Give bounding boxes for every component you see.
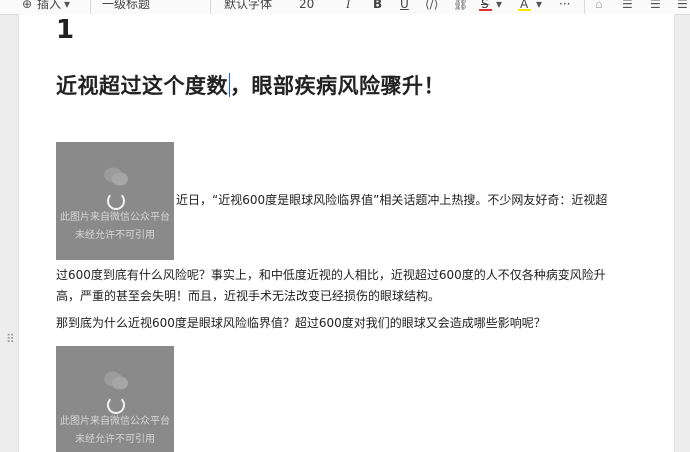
toolbar-divider (210, 0, 211, 14)
image-watermark-line: 未经允许不可引用 (75, 434, 155, 445)
heading-style-select[interactable]: 一级标题 (102, 0, 150, 13)
font-color-swatch (479, 9, 492, 11)
highlight-swatch (518, 9, 531, 11)
document-page[interactable]: 1 近视超过这个度数，眼部疾病风险骤升！ 此图片来自微信公众平台 未经允许不可引… (18, 14, 675, 452)
more-button[interactable]: ··· (559, 0, 570, 13)
paragraph-text[interactable]: 过600度到底有什么风险呢？事实上，和中低度近视的人相比，近视超过600度的人不… (56, 264, 606, 286)
font-color-button[interactable]: S (481, 0, 489, 13)
italic-button[interactable]: I (346, 0, 350, 13)
chevron-down-icon[interactable]: ▾ (64, 0, 70, 12)
title-text-before-cursor: 近视超过这个度数 (56, 74, 228, 98)
bulleted-list-icon[interactable]: ☰ (622, 0, 633, 12)
font-size-select[interactable]: 20 (299, 0, 314, 13)
underline-button[interactable]: U (400, 0, 409, 13)
format-painter-icon[interactable]: ⌂ (595, 0, 603, 12)
wechat-icon (104, 167, 128, 186)
paragraph-text[interactable]: 近日，“近视600度是眼球风险临界值”相关话题冲上热搜。不少网友好奇：近视超 (176, 189, 607, 211)
paragraph-text[interactable]: 那到底为什么近视600度是眼球风险临界值？超过600度对我们的眼球又会造成哪些影… (56, 312, 546, 334)
editor-toolbar: ⊕ 插入 ▾ 一级标题 默认字体 20 I B U ⟨/⟩ ⛓ S ▾ A ▾ … (0, 0, 690, 15)
code-icon[interactable]: ⟨/⟩ (425, 0, 438, 12)
heading-number: 1 (56, 15, 75, 45)
chevron-down-icon[interactable]: ▾ (496, 0, 502, 12)
insert-button[interactable]: 插入 (37, 0, 61, 13)
highlight-button[interactable]: A (520, 0, 528, 13)
image-placeholder[interactable]: 此图片来自微信公众平台 未经允许不可引用 (56, 346, 174, 452)
paragraph-text[interactable]: 高，严重的甚至会失明！而且，近视手术无法改变已经损伤的眼球结构。 (56, 285, 440, 307)
link-icon[interactable]: ⛓ (453, 0, 468, 12)
plus-circle-icon[interactable]: ⊕ (22, 0, 32, 12)
image-placeholder[interactable]: 此图片来自微信公众平台 未经允许不可引用 (56, 142, 174, 260)
toolbar-divider (584, 0, 585, 14)
title-text-after-cursor: ，眼部疾病风险骤升！ (230, 74, 445, 98)
align-icon[interactable]: ☰ (677, 0, 688, 12)
image-watermark-line: 此图片来自微信公众平台 (60, 416, 170, 427)
numbered-list-icon[interactable]: ☰ (650, 0, 661, 12)
font-family-select[interactable]: 默认字体 (224, 0, 272, 13)
chevron-down-icon[interactable]: ▾ (536, 0, 542, 12)
article-title[interactable]: 近视超过这个度数，眼部疾病风险骤升！ (56, 70, 445, 102)
bold-button[interactable]: B (373, 0, 382, 13)
toolbar-divider (90, 0, 91, 14)
image-watermark-line: 此图片来自微信公众平台 (60, 212, 170, 223)
image-watermark-line: 未经允许不可引用 (75, 230, 155, 241)
drag-handle-icon[interactable]: ⠿ (6, 332, 15, 346)
wechat-icon (104, 371, 128, 390)
